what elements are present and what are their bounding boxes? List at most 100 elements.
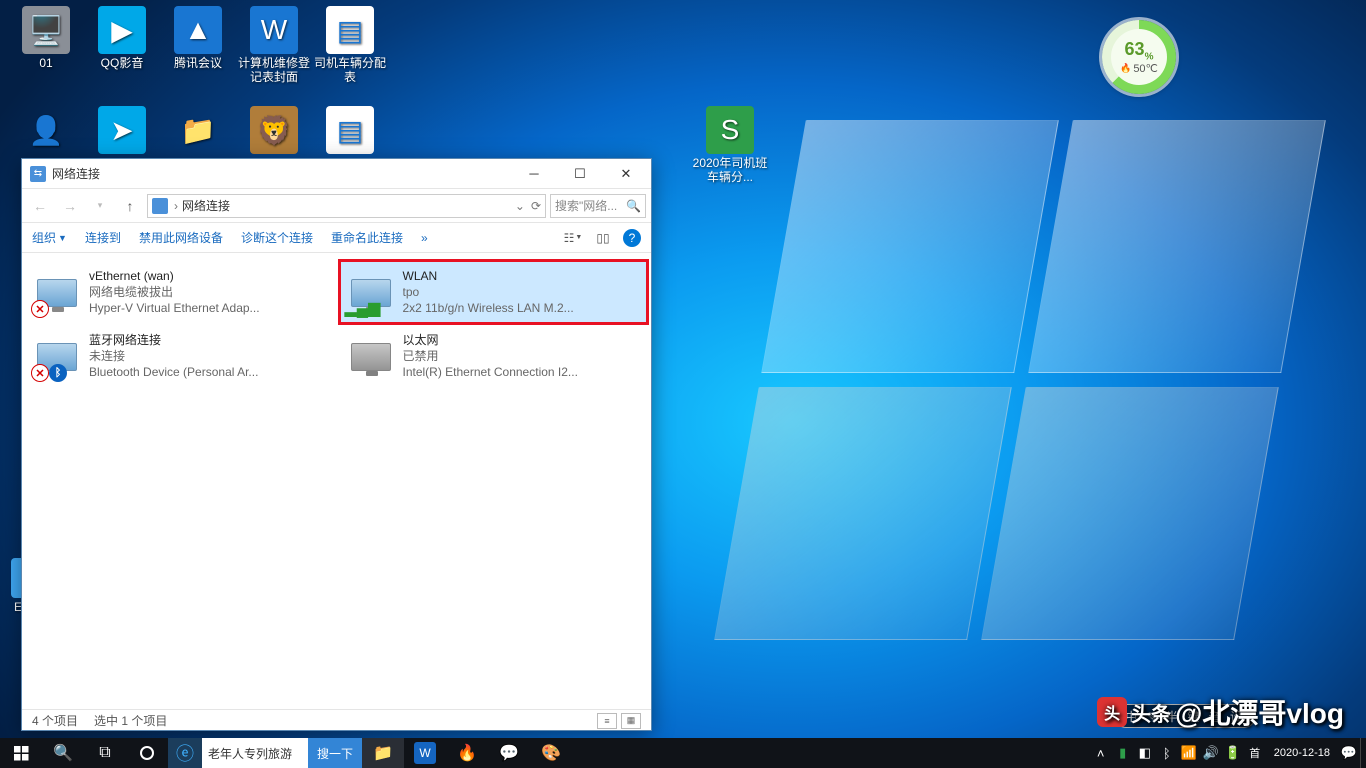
- more-commands[interactable]: »: [421, 231, 428, 245]
- search-button[interactable]: 🔍: [42, 738, 84, 768]
- show-desktop-button[interactable]: [1360, 738, 1366, 768]
- adapter-device: Hyper-V Virtual Ethernet Adap...: [89, 300, 260, 316]
- network-adapter-item[interactable]: ✕ᛒ 蓝牙网络连接未连接Bluetooth Device (Personal Ar…: [26, 325, 334, 387]
- taskbar-search-button[interactable]: 搜一下: [308, 738, 362, 768]
- toutiao-icon: 头: [1097, 697, 1127, 727]
- adapter-icon: [347, 332, 395, 380]
- app-icon: 🖥️: [22, 6, 70, 54]
- view-dropdown[interactable]: ☷▼: [563, 228, 583, 248]
- app-icon: ▶: [98, 6, 146, 54]
- search-placeholder: 搜索"网络...: [555, 197, 617, 214]
- wallpaper-windows-logo: [714, 120, 1326, 640]
- watermark: 头 头条 @北漂哥vlog: [1097, 692, 1344, 732]
- wechat-taskbar[interactable]: 💬: [488, 738, 530, 768]
- paint-taskbar[interactable]: 🎨: [530, 738, 572, 768]
- desktop-icon[interactable]: ▶QQ影音: [84, 6, 160, 70]
- desktop-icon[interactable]: 🖥️ 01: [8, 6, 84, 70]
- network-adapter-item[interactable]: ▂▄▆ WLANtpo2x2 11b/g/n Wireless LAN M.2..…: [340, 261, 648, 323]
- adapter-device: Bluetooth Device (Personal Ar...: [89, 364, 258, 380]
- firefox-taskbar[interactable]: 🔥: [446, 738, 488, 768]
- tray-app2-icon[interactable]: ◧: [1134, 738, 1156, 768]
- task-view-button[interactable]: ⧉: [84, 738, 126, 768]
- maximize-button[interactable]: ☐: [557, 159, 603, 189]
- network-adapter-item[interactable]: 以太网已禁用Intel(R) Ethernet Connection I2...: [340, 325, 648, 387]
- start-button[interactable]: [0, 738, 42, 768]
- wps-taskbar[interactable]: W: [404, 738, 446, 768]
- taskbar-clock[interactable]: 2020-12-18: [1266, 747, 1338, 760]
- adapter-name: 以太网: [403, 332, 578, 348]
- tray-bluetooth-icon[interactable]: ᛒ: [1156, 738, 1178, 768]
- wifi-signal-icon: ▂▄▆: [345, 298, 381, 318]
- desktop-icon[interactable]: W计算机维修登记表封面: [236, 6, 312, 84]
- icon-label: 计算机维修登记表封面: [236, 56, 312, 84]
- file-explorer-taskbar[interactable]: 📁: [362, 738, 404, 768]
- desktop-icon[interactable]: 📁: [160, 106, 236, 156]
- tray-expand-icon[interactable]: ˄: [1090, 738, 1112, 768]
- desktop-icon[interactable]: S2020年司机班车辆分...: [692, 106, 768, 184]
- minimize-button[interactable]: ─: [511, 159, 557, 189]
- dropdown-icon[interactable]: ⌄: [515, 199, 525, 213]
- adapter-status: 已禁用: [403, 348, 578, 364]
- details-view-button[interactable]: ≡: [597, 713, 617, 729]
- network-connections-window: ⇆ 网络连接 ─ ☐ ✕ ← → ▾ ↑ › 网络连接 ⌄⟳ 搜索"网络... …: [21, 158, 652, 731]
- search-box[interactable]: 搜索"网络... 🔍: [550, 194, 646, 218]
- desktop-icon[interactable]: ▤: [312, 106, 388, 156]
- icon-label: 01: [8, 56, 84, 70]
- close-button[interactable]: ✕: [603, 159, 649, 189]
- forward-button[interactable]: →: [57, 193, 83, 219]
- error-x-icon: ✕: [31, 300, 49, 318]
- desktop-icon[interactable]: ▲腾讯会议: [160, 6, 236, 70]
- battery-widget[interactable]: 63% 🔥 50℃: [1102, 20, 1176, 94]
- breadcrumb[interactable]: 网络连接: [182, 197, 230, 214]
- titlebar[interactable]: ⇆ 网络连接 ─ ☐ ✕: [22, 159, 651, 189]
- organize-menu[interactable]: 组织▼: [32, 229, 67, 246]
- adapter-icon: ▂▄▆: [347, 268, 395, 316]
- tray-volume-icon[interactable]: 🔊: [1200, 738, 1222, 768]
- connect-to-cmd[interactable]: 连接到: [85, 229, 121, 246]
- action-center-icon[interactable]: 💬: [1338, 738, 1360, 768]
- refresh-icon[interactable]: ⟳: [531, 199, 541, 213]
- adapter-status: 网络电缆被拔出: [89, 284, 260, 300]
- preview-pane-button[interactable]: ▯▯: [593, 228, 613, 248]
- window-title: 网络连接: [52, 165, 100, 182]
- adapter-status: tpo: [403, 284, 574, 300]
- address-bar[interactable]: › 网络连接 ⌄⟳: [147, 194, 546, 218]
- recent-dropdown-icon[interactable]: ▾: [87, 193, 113, 219]
- adapter-device: 2x2 11b/g/n Wireless LAN M.2...: [403, 300, 574, 316]
- adapter-status: 未连接: [89, 348, 258, 364]
- adapter-name: WLAN: [403, 268, 574, 284]
- icons-view-button[interactable]: ▦: [621, 713, 641, 729]
- desktop-icon[interactable]: 🦁: [236, 106, 312, 156]
- ie-icon[interactable]: ⓔ: [168, 738, 202, 768]
- desktop-icon[interactable]: ➤: [84, 106, 160, 156]
- tray-network-icon[interactable]: 📶: [1178, 738, 1200, 768]
- icon-label: 腾讯会议: [160, 56, 236, 70]
- tray-battery-icon[interactable]: 🔋: [1222, 738, 1244, 768]
- tray-ime-icon[interactable]: 首: [1244, 738, 1266, 768]
- nav-row: ← → ▾ ↑ › 网络连接 ⌄⟳ 搜索"网络... 🔍: [22, 189, 651, 223]
- bluetooth-icon: ᛒ: [49, 364, 67, 382]
- adapter-name: vEthernet (wan): [89, 268, 260, 284]
- app-icon: ➤: [98, 106, 146, 154]
- back-button[interactable]: ←: [27, 193, 53, 219]
- system-tray: ˄ ▮ ◧ ᛒ 📶 🔊 🔋 首 2020-12-18 💬: [1090, 738, 1366, 768]
- error-x-icon: ✕: [31, 364, 49, 382]
- rename-cmd[interactable]: 重命名此连接: [331, 229, 403, 246]
- network-adapter-item[interactable]: ✕ vEthernet (wan)网络电缆被拔出Hyper-V Virtual E…: [26, 261, 334, 323]
- desktop-icon[interactable]: 👤: [8, 106, 84, 156]
- desktop-icon[interactable]: ▤司机车辆分配表: [312, 6, 388, 84]
- disable-device-cmd[interactable]: 禁用此网络设备: [139, 229, 223, 246]
- item-count: 4 个项目: [32, 712, 78, 729]
- app-icon: 🦁: [250, 106, 298, 154]
- tray-app1-icon[interactable]: ▮: [1112, 738, 1134, 768]
- diagnose-cmd[interactable]: 诊断这个连接: [241, 229, 313, 246]
- adapter-icon: ✕: [33, 268, 81, 316]
- up-button[interactable]: ↑: [117, 193, 143, 219]
- adapter-device: Intel(R) Ethernet Connection I2...: [403, 364, 578, 380]
- cortana-button[interactable]: [126, 738, 168, 768]
- taskbar-search-input[interactable]: 老年人专列旅游: [202, 738, 308, 768]
- adapter-name: 蓝牙网络连接: [89, 332, 258, 348]
- app-icon: W: [250, 6, 298, 54]
- help-button[interactable]: ?: [623, 229, 641, 247]
- file-area[interactable]: ✕ vEthernet (wan)网络电缆被拔出Hyper-V Virtual E…: [22, 253, 651, 709]
